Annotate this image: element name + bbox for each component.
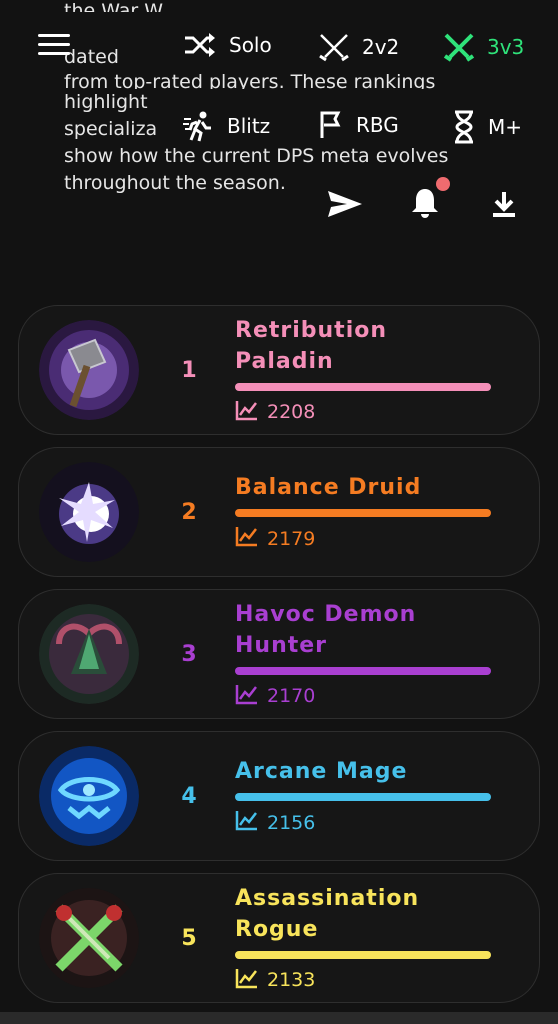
bottom-edge [0, 1012, 558, 1024]
send-icon[interactable] [327, 190, 363, 222]
rating-value: 2170 [267, 685, 316, 707]
hamburger-menu-icon[interactable] [38, 34, 70, 60]
mode-solo[interactable]: Solo [183, 32, 272, 58]
mode-label: Blitz [227, 114, 271, 138]
mode-toolbar: Solo 2v2 3v3 Blitz RBG M+ [0, 0, 558, 230]
mode-mplus[interactable]: M+ [452, 110, 522, 144]
spec-name: Retribution Paladin [235, 317, 388, 374]
trend-chart-icon [235, 809, 259, 836]
rank-number: 2 [181, 499, 197, 525]
ranking-card[interactable]: 2 Balance Druid 2179 [18, 447, 540, 577]
shuffle-icon [183, 32, 217, 58]
crossed-swords-icon [318, 32, 350, 62]
bell-icon[interactable] [410, 186, 440, 224]
mode-blitz[interactable]: Blitz [183, 110, 270, 142]
rating-value: 2156 [267, 811, 316, 834]
trend-chart-icon [235, 967, 259, 994]
rank-number: 3 [181, 641, 197, 667]
rating-bar [235, 382, 491, 391]
hourglass-icon [452, 110, 476, 144]
spec-name: Havoc Demon Hunter [235, 601, 417, 658]
rating-bar [235, 666, 491, 675]
hammer-icon [39, 320, 139, 420]
download-icon[interactable] [491, 190, 517, 222]
ranking-card[interactable]: 1 Retribution Paladin 2208 [18, 305, 540, 435]
arcane-rune-icon [39, 746, 139, 846]
mode-3v3[interactable]: 3v3 [443, 32, 524, 62]
spec-name: Balance Druid [235, 475, 422, 500]
mode-label: 3v3 [487, 35, 525, 59]
rank-number: 5 [181, 925, 197, 951]
rating-value: 2179 [267, 527, 316, 550]
running-icon [183, 110, 215, 142]
crossed-swords-icon [443, 32, 475, 62]
rating-bar [235, 950, 491, 959]
rating-bar [235, 509, 491, 517]
mode-rbg[interactable]: RBG [318, 110, 399, 140]
spec-name: Assassination Rogue [235, 885, 420, 942]
rating-bar [235, 793, 491, 801]
ranking-card[interactable]: 5 Assassination Rogue 2133 [18, 873, 540, 1003]
demon-icon [39, 604, 139, 704]
trend-chart-icon [235, 399, 259, 426]
rankings-list: 1 Retribution Paladin 2208 2 Balance Dru… [18, 305, 540, 1015]
starburst-icon [39, 462, 139, 562]
trend-chart-icon [235, 683, 259, 710]
mode-2v2[interactable]: 2v2 [318, 32, 399, 62]
spec-name: Arcane Mage [235, 759, 408, 784]
ranking-card[interactable]: 3 Havoc Demon Hunter 2170 [18, 589, 540, 719]
crossed-daggers-icon [39, 888, 139, 988]
ranking-card[interactable]: 4 Arcane Mage 2156 [18, 731, 540, 861]
mode-label: M+ [488, 115, 523, 139]
mode-label: Solo [229, 33, 272, 57]
flag-icon [318, 110, 344, 140]
mode-label: RBG [356, 113, 399, 137]
notification-badge [436, 177, 450, 191]
rank-number: 1 [181, 357, 197, 383]
rating-value: 2133 [267, 969, 316, 991]
trend-chart-icon [235, 525, 259, 552]
rating-value: 2208 [267, 401, 316, 423]
mode-label: 2v2 [362, 35, 400, 59]
rank-number: 4 [181, 783, 197, 809]
